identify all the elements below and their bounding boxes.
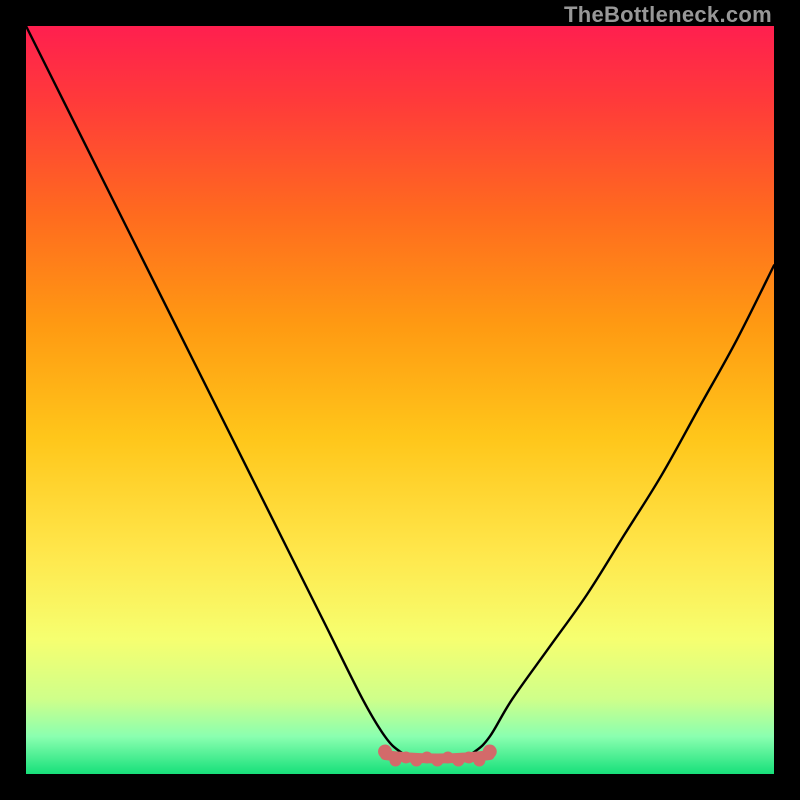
bottleneck-plot [26,26,774,774]
chart-frame: TheBottleneck.com [0,0,800,800]
chart-canvas [26,26,774,774]
trough-accent [385,755,490,759]
watermark-label: TheBottleneck.com [564,2,772,28]
gradient-bg [26,26,774,774]
trough-marker [483,745,497,759]
